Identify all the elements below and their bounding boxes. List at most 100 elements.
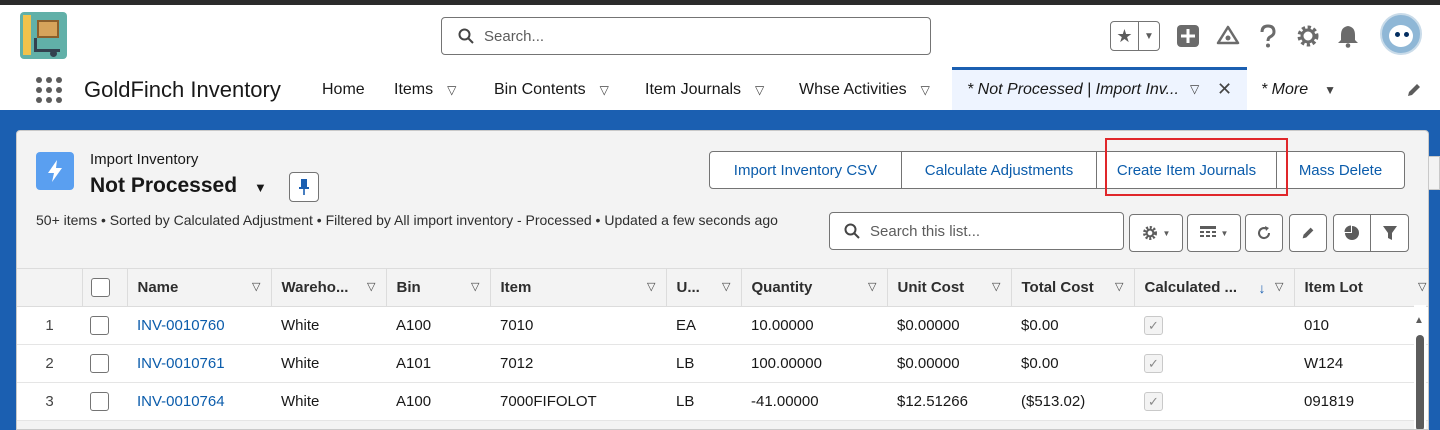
active-tab-label: * Not Processed | Import Inv... <box>967 81 1177 98</box>
column-header-total-cost[interactable]: Total Cost ▽ <box>1011 268 1135 307</box>
display-as-table-button[interactable]: ▼ <box>1187 214 1241 252</box>
chevron-down-icon[interactable]: ▽ <box>471 280 479 293</box>
chevron-down-icon[interactable]: ▽ <box>367 280 375 293</box>
column-header-calculated[interactable]: Calculated ... ↓ ▽ <box>1134 268 1295 307</box>
chevron-down-icon[interactable]: ▽ <box>1115 280 1123 293</box>
column-header-uom[interactable]: U... ▽ <box>666 268 742 307</box>
caret-down-icon: ▼ <box>1220 228 1229 238</box>
column-header-item[interactable]: Item ▽ <box>490 268 667 307</box>
cell-uom: LB <box>666 382 741 421</box>
global-search-placeholder: Search... <box>484 27 545 45</box>
import-inventory-csv-button[interactable]: Import Inventory CSV <box>709 151 902 189</box>
chevron-down-icon[interactable]: ▽ <box>1275 280 1283 293</box>
list-action-buttons: Import Inventory CSV Calculate Adjustmen… <box>709 151 1405 189</box>
column-header-warehouse[interactable]: Wareho... ▽ <box>271 268 387 307</box>
inline-edit-button[interactable] <box>1289 214 1327 252</box>
chevron-down-icon[interactable]: ▽ <box>868 280 876 293</box>
row-checkbox[interactable] <box>90 392 109 411</box>
cell-bin: A101 <box>386 344 490 383</box>
star-icon: ★ <box>1111 22 1139 50</box>
filters-button[interactable] <box>1370 214 1409 252</box>
table-header-row: Name ▽ Wareho... ▽ Bin ▽ Item ▽ U... ▽ Quanti… <box>17 268 1428 307</box>
charts-button[interactable] <box>1333 214 1371 252</box>
mass-delete-button[interactable]: Mass Delete <box>1276 151 1405 189</box>
list-view-name[interactable]: Not Processed <box>90 174 237 198</box>
cell-total-cost: ($513.02) <box>1011 382 1134 421</box>
select-all-header <box>82 268 128 307</box>
close-icon[interactable]: ✕ <box>1217 79 1232 100</box>
row-number: 2 <box>17 344 82 383</box>
chevron-down-icon[interactable]: ▽ <box>755 83 764 97</box>
cell-item: 7010 <box>490 306 666 345</box>
record-name-link[interactable]: INV-0010760 <box>127 306 271 345</box>
trailhead-icon[interactable] <box>1216 24 1240 48</box>
table-row: 2 INV-0010761 White A101 7012 LB 100.000… <box>17 344 1428 383</box>
chevron-down-icon[interactable]: ▽ <box>1418 280 1426 293</box>
caret-down-icon: ▼ <box>1324 83 1337 97</box>
chevron-down-icon[interactable]: ▽ <box>722 280 730 293</box>
app-logo[interactable] <box>20 12 67 59</box>
scroll-up-arrow-icon[interactable]: ▲ <box>1414 315 1424 326</box>
notifications-bell-icon[interactable] <box>1336 24 1360 48</box>
calculated-checkbox-checked: ✓ <box>1144 392 1163 411</box>
chevron-down-icon[interactable]: ▽ <box>647 280 655 293</box>
refresh-button[interactable] <box>1245 214 1283 252</box>
cell-item-lot: 010 <box>1294 306 1428 345</box>
chevron-down-icon[interactable]: ▽ <box>600 83 609 97</box>
calculated-checkbox-checked: ✓ <box>1144 354 1163 373</box>
record-name-link[interactable]: INV-0010761 <box>127 344 271 383</box>
table-row: 3 INV-0010764 White A100 7000FIFOLOT LB … <box>17 382 1428 421</box>
row-number: 1 <box>17 306 82 345</box>
column-header-bin[interactable]: Bin ▽ <box>386 268 491 307</box>
app-launcher-icon[interactable] <box>36 77 62 103</box>
user-avatar[interactable] <box>1380 13 1422 55</box>
column-header-quantity[interactable]: Quantity ▽ <box>741 268 888 307</box>
row-checkbox[interactable] <box>90 316 109 335</box>
list-search-placeholder: Search this list... <box>870 222 981 240</box>
global-search-input[interactable]: Search... <box>441 17 931 55</box>
nav-item-whse-activities[interactable]: Whse Activities ▽ <box>799 81 930 99</box>
select-all-checkbox[interactable] <box>90 278 110 297</box>
global-actions-icon[interactable] <box>1176 24 1200 48</box>
caret-down-icon: ▼ <box>1162 228 1171 238</box>
chevron-down-icon[interactable]: ▽ <box>921 83 930 97</box>
table-scrollbar[interactable]: ▲ <box>1414 305 1426 429</box>
chevron-down-icon[interactable]: ▼ <box>1139 31 1159 42</box>
list-info-text: 50+ items • Sorted by Calculated Adjustm… <box>36 212 778 228</box>
record-name-link[interactable]: INV-0010764 <box>127 382 271 421</box>
nav-item-item-journals[interactable]: Item Journals ▽ <box>645 81 764 99</box>
cell-warehouse: White <box>271 382 386 421</box>
list-search-input[interactable]: Search this list... <box>829 212 1124 250</box>
search-icon <box>458 28 474 44</box>
tab-not-processed[interactable]: * Not Processed | Import Inv... ▽ ✕ <box>952 67 1247 110</box>
cell-item-lot: 091819 <box>1294 382 1428 421</box>
column-header-unit-cost[interactable]: Unit Cost ▽ <box>887 268 1012 307</box>
column-header-item-lot[interactable]: Item Lot ▽ <box>1294 268 1428 307</box>
calculated-checkbox-checked: ✓ <box>1144 316 1163 335</box>
cell-item-lot: W124 <box>1294 344 1428 383</box>
calculate-adjustments-button[interactable]: Calculate Adjustments <box>901 151 1097 189</box>
chevron-down-icon[interactable]: ▽ <box>252 280 260 293</box>
chevron-down-icon[interactable]: ▽ <box>447 83 456 97</box>
scrollbar-thumb[interactable] <box>1416 335 1424 429</box>
help-icon[interactable] <box>1256 24 1280 48</box>
list-view-picker-caret-icon[interactable]: ▼ <box>254 180 267 195</box>
cell-item: 7000FIFOLOT <box>490 382 666 421</box>
chevron-down-icon[interactable]: ▽ <box>992 280 1000 293</box>
chevron-down-icon[interactable]: ▽ <box>1190 82 1199 96</box>
gear-icon[interactable] <box>1296 24 1320 48</box>
nav-more-menu[interactable]: * More ▼ <box>1261 81 1336 99</box>
column-header-name[interactable]: Name ▽ <box>127 268 272 307</box>
edit-nav-pencil-icon[interactable] <box>1405 81 1423 104</box>
pin-list-button[interactable] <box>289 172 319 202</box>
nav-item-items[interactable]: Items ▽ <box>394 81 456 99</box>
list-view-card: Import Inventory Not Processed ▼ Import … <box>16 130 1429 430</box>
pencil-icon <box>1302 227 1314 239</box>
records-table: Name ▽ Wareho... ▽ Bin ▽ Item ▽ U... ▽ Quanti… <box>17 268 1428 421</box>
list-view-controls-button[interactable]: ▼ <box>1129 214 1183 252</box>
nav-item-bin-contents[interactable]: Bin Contents ▽ <box>494 81 609 99</box>
pie-chart-icon <box>1344 225 1359 240</box>
row-checkbox[interactable] <box>90 354 109 373</box>
nav-item-home[interactable]: Home <box>322 81 365 99</box>
favorites-button[interactable]: ★ ▼ <box>1110 21 1160 51</box>
